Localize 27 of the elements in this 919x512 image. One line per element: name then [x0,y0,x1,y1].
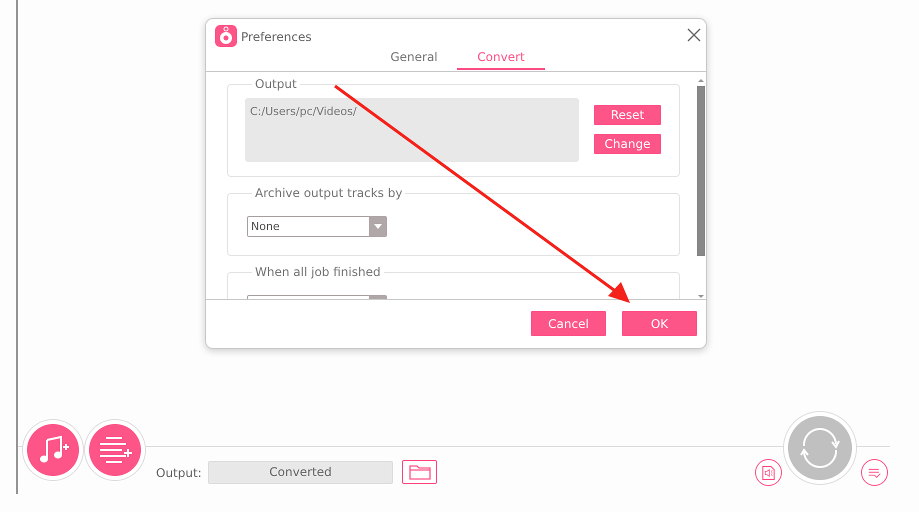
open-folder-button[interactable] [402,460,437,484]
dialog-title: Preferences [241,29,312,46]
ok-button[interactable]: OK [622,311,697,336]
dropdown[interactable]: None [247,216,387,237]
task-list-button[interactable] [861,459,888,486]
app-logo-icon [215,25,237,47]
convert-button[interactable] [788,416,852,480]
output-path-field[interactable]: C:/Users/pc/Videos/ [245,98,579,162]
group-legend: When all job finished [252,264,384,280]
output-folder-field[interactable]: Converted [208,461,393,484]
caret-icon [374,224,382,229]
reset-button[interactable]: Reset [594,105,661,125]
output-label: Output: [156,465,202,482]
tab[interactable]: General [370,48,458,70]
folder-icon [408,464,430,480]
group-legend: Output [252,76,300,92]
scrollbar[interactable] [696,78,706,299]
close-icon [687,28,701,42]
audio-file-icon [762,464,775,482]
list-plus-icon [97,435,133,465]
audio-file-button[interactable] [755,459,782,486]
add-music-button[interactable] [27,424,79,476]
tab[interactable]: Convert [457,48,545,70]
add-playlist-button[interactable] [89,424,141,476]
change-button[interactable]: Change [594,134,661,154]
group-legend: Archive output tracks by [252,185,406,201]
cancel-button[interactable]: Cancel [531,311,606,336]
